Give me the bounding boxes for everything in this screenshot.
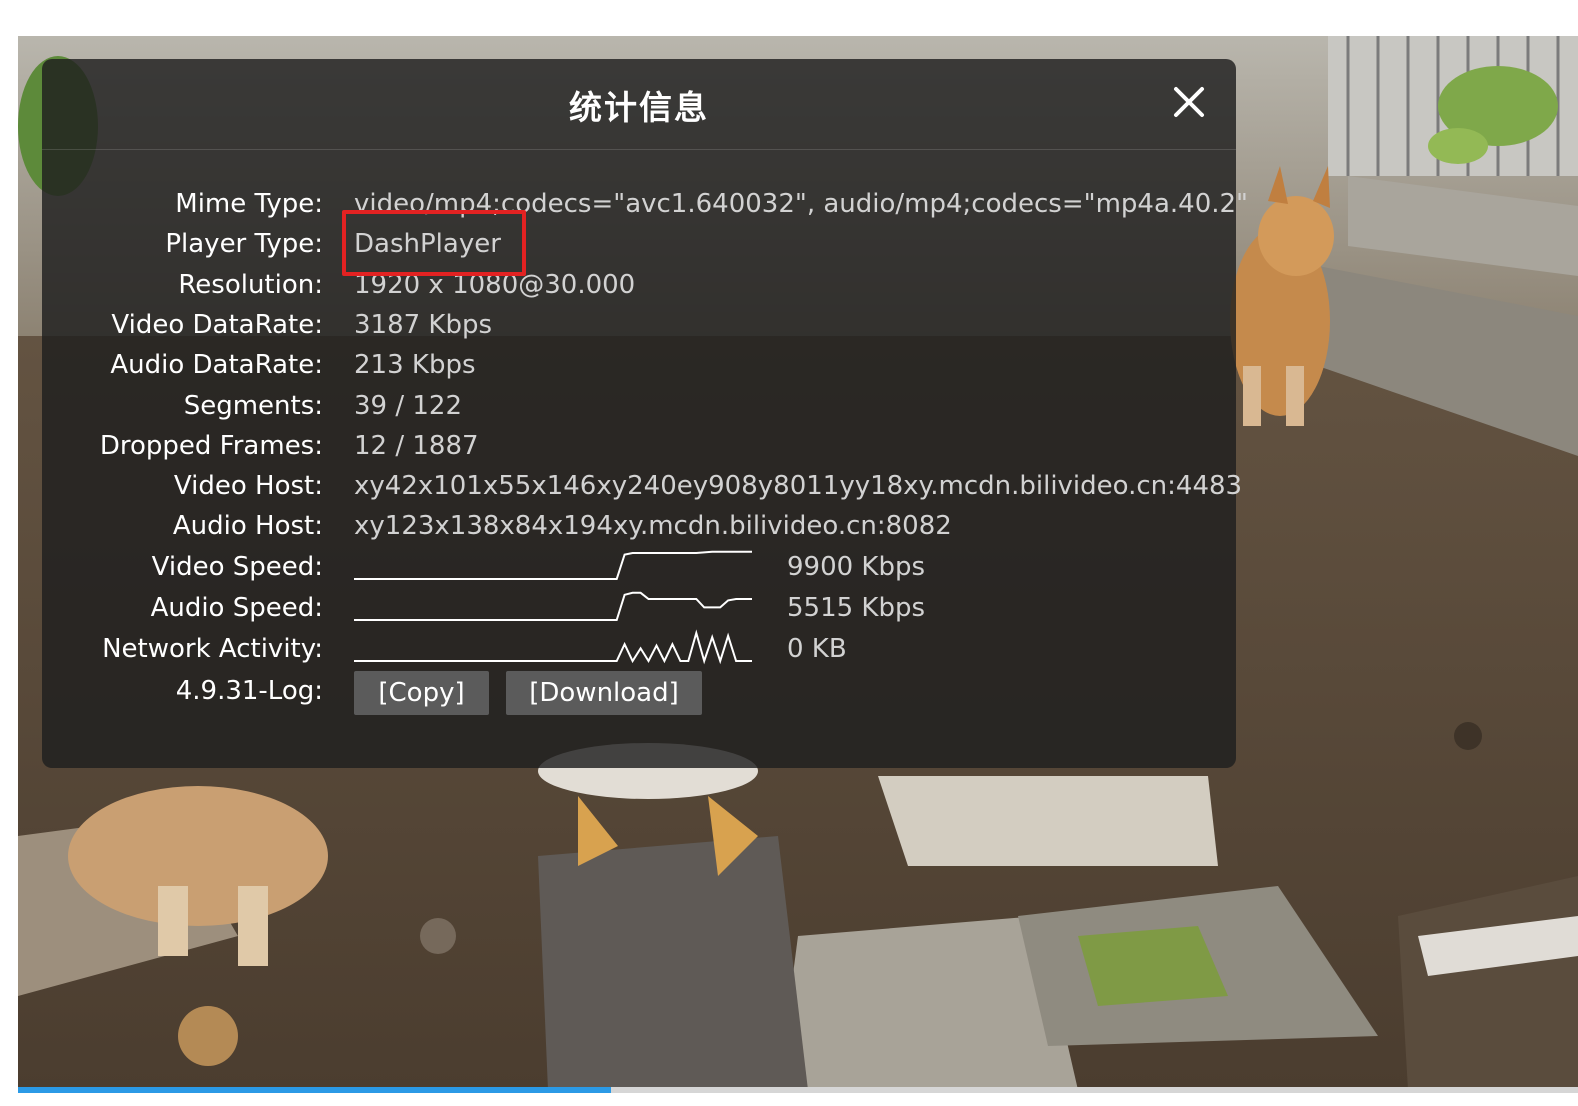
audio-datarate-label: Audio DataRate:	[110, 350, 323, 380]
row-dropped-frames: Dropped Frames: 12 / 1887	[42, 426, 1236, 466]
row-video-speed: Video Speed: 9900 Kbps	[42, 547, 1236, 587]
resolution-label: Resolution:	[178, 270, 323, 300]
audio-speed-sparkline	[354, 591, 752, 621]
row-audio-host: Audio Host: xy123x138x84x194xy.mcdn.bili…	[42, 506, 1236, 546]
download-log-button[interactable]: [Download]	[506, 671, 702, 715]
audio-host-value: xy123x138x84x194xy.mcdn.bilivideo.cn:808…	[354, 511, 952, 541]
row-segments: Segments: 39 / 122	[42, 386, 1236, 426]
video-host-value: xy42x101x55x146xy240ey908y8011yy18xy.mcd…	[354, 471, 1243, 501]
row-video-host: Video Host: xy42x101x55x146xy240ey908y80…	[42, 466, 1242, 506]
row-log: 4.9.31-Log: [Copy] [Download]	[42, 669, 1236, 719]
stats-panel: 统计信息 Mime Type: video/mp4;codecs="avc1.6…	[42, 59, 1248, 768]
panel-header: 统计信息	[42, 59, 1236, 149]
playback-progress-bar[interactable]	[18, 1087, 1578, 1093]
mime-type-value: video/mp4;codecs="avc1.640032", audio/mp…	[354, 189, 1249, 219]
audio-speed-line	[354, 591, 752, 621]
audio-datarate-value: 213 Kbps	[354, 350, 476, 380]
close-icon	[1174, 87, 1204, 117]
network-activity-line	[354, 629, 752, 665]
close-button[interactable]	[1170, 83, 1208, 121]
row-video-datarate: Video DataRate: 3187 Kbps	[42, 305, 1236, 345]
dropped-frames-value: 12 / 1887	[354, 431, 479, 461]
copy-log-button[interactable]: [Copy]	[354, 671, 489, 715]
row-player-type: Player Type: DashPlayer	[42, 224, 1236, 264]
video-speed-value: 9900 Kbps	[787, 552, 926, 582]
row-resolution: Resolution: 1920 x 1080@30.000	[42, 265, 1236, 305]
row-network-activity: Network Activity: 0 KB	[42, 629, 1236, 669]
segments-label: Segments:	[183, 391, 323, 421]
row-audio-datarate: Audio DataRate: 213 Kbps	[42, 345, 1236, 385]
audio-speed-label: Audio Speed:	[150, 593, 323, 623]
log-label: 4.9.31-Log:	[175, 676, 323, 706]
network-activity-sparkline	[354, 629, 752, 665]
player-type-label: Player Type:	[165, 229, 323, 259]
video-host-label: Video Host:	[173, 471, 323, 501]
row-audio-speed: Audio Speed: 5515 Kbps	[42, 588, 1236, 628]
video-speed-line	[354, 550, 752, 580]
header-divider	[42, 149, 1236, 150]
resolution-value: 1920 x 1080@30.000	[354, 270, 636, 300]
network-activity-value: 0 KB	[787, 634, 847, 664]
player-type-value: DashPlayer	[354, 229, 501, 259]
video-speed-sparkline	[354, 550, 752, 580]
audio-host-label: Audio Host:	[172, 511, 323, 541]
audio-speed-value: 5515 Kbps	[787, 593, 926, 623]
panel-title: 统计信息	[569, 88, 709, 127]
mime-type-label: Mime Type:	[175, 189, 323, 219]
video-speed-label: Video Speed:	[151, 552, 323, 582]
network-activity-label: Network Activity:	[102, 634, 323, 664]
video-datarate-value: 3187 Kbps	[354, 310, 493, 340]
playback-progress-fill	[18, 1087, 611, 1093]
video-datarate-label: Video DataRate:	[111, 310, 323, 340]
dropped-frames-label: Dropped Frames:	[99, 431, 323, 461]
row-mime-type: Mime Type: video/mp4;codecs="avc1.640032…	[42, 184, 1248, 224]
segments-value: 39 / 122	[354, 391, 462, 421]
